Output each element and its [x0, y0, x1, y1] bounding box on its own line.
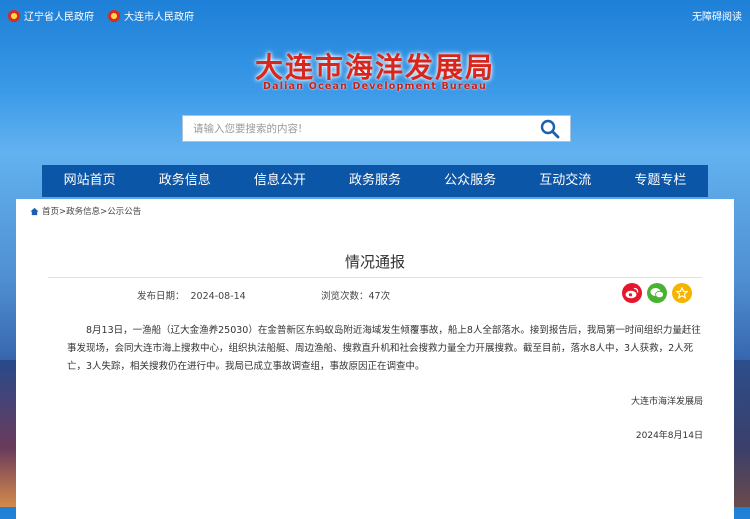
breadcrumb: 首页>政务信息>公示公告 — [30, 205, 141, 217]
city-gov-link-label: 大连市人民政府 — [124, 12, 194, 23]
article-sign-date: 2024年8月14日 — [635, 431, 703, 441]
publish-date-value: 2024-08-14 — [190, 291, 246, 302]
share-favorite-button[interactable] — [672, 283, 692, 303]
home-icon — [30, 207, 39, 215]
main-nav: 网站首页 政务信息 信息公开 政务服务 公众服务 互动交流 专题专栏 — [42, 165, 708, 197]
weibo-icon — [625, 287, 639, 299]
publish-date: 发布日期： 2024-08-14 — [137, 288, 246, 302]
view-count-value: 47次 — [368, 291, 391, 302]
nav-special-topics[interactable]: 专题专栏 — [613, 165, 708, 197]
share-weibo-button[interactable] — [622, 283, 642, 303]
share-wechat-button[interactable] — [647, 283, 667, 303]
nav-gov-services[interactable]: 政务服务 — [327, 165, 422, 197]
publish-date-label: 发布日期： — [137, 291, 185, 302]
national-emblem-icon — [108, 9, 120, 22]
site-logo-cn[interactable]: 大连市海洋发展局 — [0, 46, 750, 86]
search-button[interactable] — [540, 119, 560, 139]
nav-home[interactable]: 网站首页 — [42, 165, 137, 197]
province-gov-link-label: 辽宁省人民政府 — [24, 12, 94, 23]
side-decoration-right — [734, 360, 750, 507]
nav-public-services[interactable]: 公众服务 — [423, 165, 518, 197]
article-body: 8月13日，一渔船（辽大金渔养25030）在金普新区东蚂蚁岛附近海域发生倾覆事故… — [67, 325, 701, 372]
search-icon — [540, 119, 560, 139]
article-issuer: 大连市海洋发展局 — [630, 397, 703, 407]
accessibility-link[interactable]: 无障碍阅读 — [692, 8, 742, 23]
national-emblem-icon — [8, 9, 20, 22]
title-divider — [48, 277, 702, 278]
breadcrumb-text[interactable]: 首页>政务信息>公示公告 — [42, 205, 141, 217]
wechat-icon — [650, 288, 664, 299]
view-count: 浏览次数：47次 — [321, 288, 390, 302]
search-box — [182, 115, 571, 142]
nav-info-disclosure[interactable]: 信息公开 — [232, 165, 327, 197]
city-gov-link[interactable]: 大连市人民政府 — [108, 8, 194, 23]
province-gov-link[interactable]: 辽宁省人民政府 — [8, 8, 94, 23]
nav-interaction[interactable]: 互动交流 — [518, 165, 613, 197]
article-title: 情况通报 — [344, 253, 405, 271]
view-count-label: 浏览次数： — [321, 291, 369, 302]
site-logo-en: Dalian Ocean Development Bureau — [263, 81, 487, 92]
top-utility-bar: 辽宁省人民政府 大连市人民政府 无障碍阅读 — [0, 0, 750, 30]
favorite-icon — [676, 287, 688, 299]
search-input[interactable] — [183, 116, 543, 141]
article-panel: 首页>政务信息>公示公告 情况通报 发布日期： 2024-08-14 浏览次数：4… — [16, 199, 734, 519]
nav-gov-info[interactable]: 政务信息 — [137, 165, 232, 197]
side-decoration-left — [0, 360, 16, 507]
